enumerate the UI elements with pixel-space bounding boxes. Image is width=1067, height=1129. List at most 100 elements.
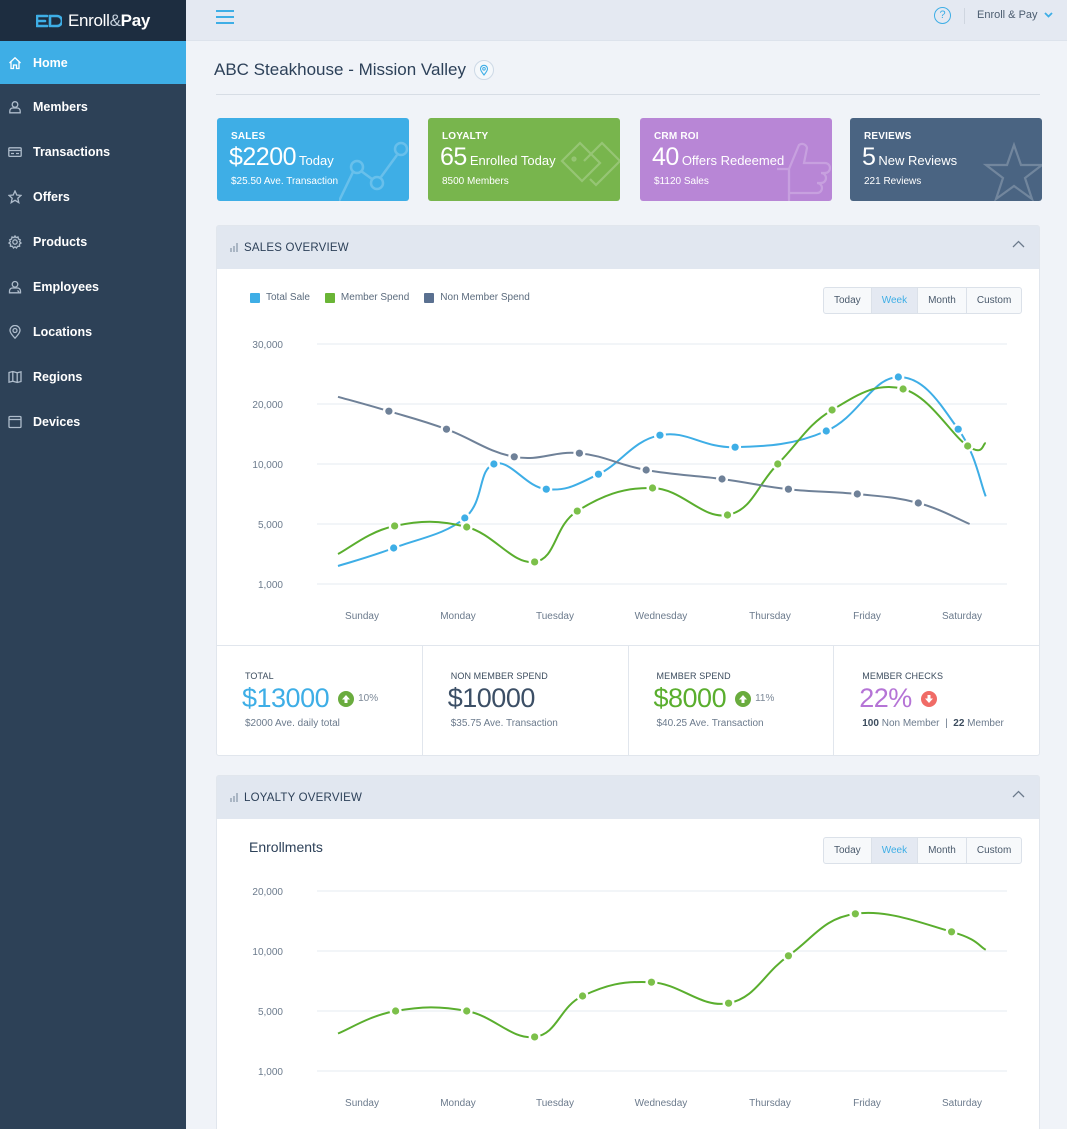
sidebar-item-label: Members [33, 99, 88, 114]
card-subtext: 221 Reviews [864, 176, 922, 187]
y-tick-label: 1,000 [258, 1067, 283, 1078]
card-value: 40 Offers Redeemed [652, 143, 785, 171]
panel-header: LOYALTY OVERVIEW [217, 776, 1039, 819]
loyalty-card[interactable]: LOYALTY 65 Enrolled Today 8500 Members [428, 118, 620, 201]
sidebar-item-members[interactable]: Members [0, 84, 186, 129]
stat-total: TOTAL $13000 10% $2000 Ave. daily total [217, 646, 423, 756]
sidebar-item-products[interactable]: Products [0, 219, 186, 264]
range-today-button[interactable]: Today [824, 838, 872, 863]
x-tick-label: Monday [440, 611, 476, 622]
trend-percent: 10% [358, 693, 379, 704]
device-icon [8, 415, 22, 429]
sidebar-item-label: Devices [33, 414, 81, 429]
y-tick-label: 1,000 [258, 580, 283, 591]
card-subtext: $1120 Sales [654, 176, 709, 187]
data-point-enrollments [531, 1033, 539, 1041]
range-week-button[interactable]: Week [871, 838, 919, 863]
stat-label: NON MEMBER SPEND [450, 671, 548, 681]
panel-title: SALES OVERVIEW [244, 241, 349, 254]
stat-label: MEMBER SPEND [656, 671, 731, 681]
range-today-button[interactable]: Today [824, 288, 872, 313]
data-point-total-sale [594, 470, 603, 478]
sales-stats-row: TOTAL $13000 10% $2000 Ave. daily total … [217, 645, 1039, 756]
location-pin-icon [479, 64, 489, 76]
data-point-total-sale [461, 514, 469, 522]
data-point-member-spend [774, 460, 782, 468]
reviews-card[interactable]: REVIEWS 5 New Reviews 221 Reviews [850, 118, 1042, 201]
data-point-non-member-spend [853, 490, 861, 498]
gear-icon [8, 234, 22, 249]
legend-item-member-spend[interactable]: Member Spend [324, 292, 409, 303]
sidebar-item-employees[interactable]: Employees [0, 264, 186, 309]
card-subtext: $25.50 Ave. Transaction [231, 176, 339, 187]
sidebar-item-offers[interactable]: Offers [0, 174, 186, 219]
chevron-up-icon[interactable] [1012, 790, 1025, 798]
data-point-non-member-spend [642, 466, 650, 474]
x-tick-label: Sunday [345, 1098, 379, 1109]
sidebar-item-label: Locations [33, 324, 93, 339]
employee-icon [8, 280, 22, 294]
data-point-total-sale [731, 443, 739, 451]
stat-value: $13000 10% [242, 683, 379, 713]
data-point-enrollments [784, 952, 793, 960]
location-name: ABC Steakhouse - Mission Valley [214, 60, 466, 79]
legend-item-non-member-spend[interactable]: Non Member Spend [424, 292, 530, 303]
data-point-member-spend [648, 484, 657, 492]
sidebar-item-transactions[interactable]: Transactions [0, 129, 186, 174]
crm-roi-card[interactable]: CRM ROI 40 Offers Redeemed $1120 Sales [640, 118, 832, 201]
stat-member-spend: MEMBER SPEND $8000 11% $40.25 Ave. Trans… [629, 646, 835, 756]
card-label: REVIEWS [864, 131, 912, 142]
legend-swatch [250, 292, 260, 303]
data-point-non-member-spend [510, 453, 518, 461]
sidebar-item-locations[interactable]: Locations [0, 309, 186, 354]
legend-item-total-sale[interactable]: Total Sale [250, 292, 310, 303]
x-tick-label: Thursday [749, 1098, 791, 1109]
trend-up-icon [338, 690, 355, 707]
brand-logo[interactable]: Enroll&Pay [0, 0, 186, 41]
data-point-total-sale [490, 460, 498, 468]
help-button[interactable]: ? [934, 7, 951, 24]
y-tick-label: 5,000 [258, 1007, 283, 1018]
range-custom-button[interactable]: Custom [967, 288, 1021, 313]
data-point-member-spend [463, 523, 471, 531]
x-tick-label: Saturday [942, 1098, 982, 1109]
account-menu[interactable]: Enroll & Pay [977, 9, 1053, 21]
x-tick-label: Monday [440, 1098, 476, 1109]
stat-label: MEMBER CHECKS [862, 671, 944, 681]
home-icon [8, 56, 22, 70]
panel-title: LOYALTY OVERVIEW [244, 791, 363, 804]
chevron-up-icon[interactable] [1012, 240, 1025, 248]
range-week-button[interactable]: Week [871, 288, 919, 313]
data-point-member-spend [531, 558, 539, 566]
stat-member-checks: MEMBER CHECKS 22% 100 Non Member | 22 Me… [834, 646, 1039, 756]
y-tick-label: 20,000 [252, 887, 283, 898]
x-tick-label: Friday [853, 611, 881, 622]
stat-value: $8000 11% [653, 683, 775, 713]
trend-percent: 11% [755, 693, 775, 704]
stat-subtext: $40.25 Ave. Transaction [656, 718, 764, 729]
range-month-button[interactable]: Month [918, 838, 967, 863]
sidebar-item-regions[interactable]: Regions [0, 354, 186, 399]
range-month-button[interactable]: Month [918, 288, 967, 313]
chart-title: Enrollments [249, 839, 323, 855]
stat-subtext: $35.75 Ave. Transaction [450, 718, 558, 729]
sales-range-selector: Today Week Month Custom [823, 287, 1023, 314]
data-point-member-spend [391, 522, 399, 530]
sales-line-chart: 1,000 5,000 10,000 20,000 30,000 Sunday Monday… [252, 340, 1007, 622]
range-custom-button[interactable]: Custom [967, 838, 1021, 863]
sales-card[interactable]: SALES $2200 Today $25.50 Ave. Transaction [217, 118, 409, 201]
sidebar-item-home[interactable]: Home [0, 41, 186, 84]
sidebar-item-devices[interactable]: Devices [0, 399, 186, 444]
data-point-member-spend [723, 511, 732, 519]
data-point-non-member-spend [718, 475, 726, 483]
x-tick-label: Wednesday [635, 611, 688, 622]
card-value: 65 Enrolled Today [440, 143, 556, 171]
x-tick-label: Sunday [345, 611, 379, 622]
data-point-total-sale [656, 431, 664, 439]
panel-header: SALES OVERVIEW [217, 226, 1039, 269]
y-tick-label: 10,000 [252, 947, 283, 958]
handshake-icon [560, 141, 620, 187]
location-pin-icon [8, 324, 22, 339]
menu-toggle-button[interactable] [216, 10, 234, 24]
location-pin-button[interactable] [473, 60, 494, 80]
